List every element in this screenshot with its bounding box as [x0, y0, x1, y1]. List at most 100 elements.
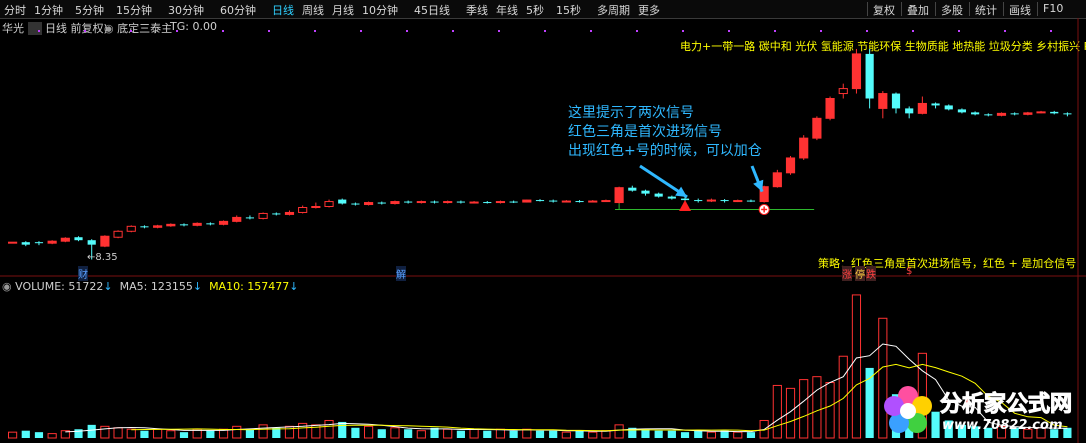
candle-body-up — [166, 223, 176, 227]
volume-bar-down — [641, 429, 650, 438]
candle-body-up — [232, 216, 242, 222]
volume-bar-up — [838, 355, 848, 439]
volume-bar-down — [351, 427, 360, 438]
signal-dot — [774, 30, 776, 32]
candle-body-down — [87, 240, 96, 245]
ma5-arrow: ↓ — [192, 280, 203, 293]
candle-body-up — [1036, 111, 1046, 114]
candle-body-up-fill — [799, 138, 808, 158]
candle-body-down — [905, 108, 914, 114]
ma10-arrow: ↓ — [289, 280, 299, 293]
annotation-line-2: 红色三角是首次进场信号 — [568, 124, 722, 140]
candle-body-up — [706, 199, 716, 202]
signal-dot — [1050, 30, 1052, 32]
volume-bar-down — [535, 430, 545, 438]
candle-body-down — [140, 226, 149, 228]
candle-body-down — [338, 199, 347, 204]
site-logo: 分析家公式网 www.70822.com — [880, 382, 1080, 440]
volume-bar-down — [456, 430, 465, 438]
candle-body-up-fill — [615, 187, 624, 203]
candle-body-down — [746, 200, 756, 202]
flower-icon — [884, 386, 932, 433]
candle-body-up — [561, 200, 571, 203]
signal-dot — [314, 30, 316, 32]
drop-marker: 跌 — [866, 266, 876, 281]
volume-bar-up — [851, 294, 862, 439]
volume-label: VOLUME: — [15, 280, 65, 293]
financial-marker[interactable]: 财 — [78, 266, 88, 281]
volume-bar-down — [377, 429, 386, 438]
volume-bar-up — [126, 428, 136, 439]
candle-body-up — [443, 201, 453, 204]
candle-body-up — [298, 207, 308, 213]
candle-body-up — [416, 201, 426, 204]
candle-body-up — [258, 212, 268, 219]
candle-body-down — [944, 105, 953, 110]
signal-dot — [1004, 30, 1006, 32]
volume-arrow: ↓ — [103, 280, 113, 293]
candle-body-down — [206, 223, 215, 225]
candle-body-down — [549, 200, 558, 202]
candle-body-down — [694, 200, 703, 202]
logo-url: www.70822.com — [942, 418, 1063, 433]
volume-bar-up — [469, 428, 479, 439]
candle-body-up — [495, 201, 506, 204]
candle-body-up — [522, 199, 532, 203]
candle-body-down — [1010, 113, 1019, 115]
volume-bar-up — [113, 427, 123, 439]
volume-bar-up — [100, 425, 110, 439]
volume-bar-up — [733, 431, 743, 439]
candle-body-up-fill — [918, 103, 927, 114]
candle-body-up — [113, 230, 123, 238]
volume-bar-up — [47, 433, 57, 439]
volume-bar-down — [549, 430, 558, 438]
volume-bar-up — [153, 428, 163, 439]
volume-bar-down — [338, 421, 347, 438]
volume-bar-down — [694, 430, 703, 438]
signal-dot — [728, 30, 730, 32]
logo-name: 分析家公式网 — [939, 392, 1073, 418]
volume-bar-down — [654, 430, 663, 438]
candle-body-up-fill — [786, 157, 795, 173]
volume-bar-down — [140, 430, 149, 438]
candle-body-down — [984, 114, 993, 116]
unlock-marker[interactable]: 解 — [396, 266, 406, 281]
volume-bar-up — [588, 431, 598, 439]
volume-bar-up — [232, 425, 242, 439]
volume-bar-down — [404, 429, 413, 438]
candle-body-up-fill — [878, 93, 887, 109]
candle-body-down — [667, 196, 676, 199]
volume-bar-up — [825, 382, 835, 439]
signal-dot — [820, 30, 822, 32]
candle-body-down — [1050, 111, 1059, 114]
signal-dot — [130, 30, 132, 32]
candle-body-up-fill — [773, 172, 782, 187]
volume-bar-down — [179, 432, 189, 438]
candle-body-up — [838, 88, 848, 95]
volume-bar-up — [799, 379, 809, 439]
candle-body-up-fill — [812, 118, 821, 139]
candle-body-down — [351, 203, 360, 205]
volume-bar-up — [8, 431, 18, 439]
ma10-label: MA10: — [209, 280, 244, 293]
candle-body-down — [245, 217, 255, 219]
candle-body-down — [865, 53, 874, 99]
candle-body-up — [218, 220, 229, 225]
kline-chart[interactable] — [0, 0, 1086, 443]
candle-body-down — [891, 93, 901, 109]
candle-body-up — [153, 225, 163, 228]
volume-bar-up — [390, 427, 400, 439]
volume-bar-up — [495, 428, 506, 439]
dollar-marker: $ — [906, 266, 913, 277]
volume-bar-up — [706, 431, 716, 439]
candle-body-down — [957, 109, 967, 113]
candle-body-down — [21, 242, 30, 245]
candle-body-up-fill — [825, 98, 835, 119]
candle-body-down — [931, 103, 940, 106]
signal-dot — [222, 30, 224, 32]
annotation-line-3: 出现红色+号的时候，可以加仓 — [568, 143, 762, 159]
candle-body-up — [126, 225, 136, 232]
volume-bar-up — [812, 376, 822, 439]
candle-body-up — [8, 241, 18, 244]
signal-dot — [498, 30, 500, 32]
